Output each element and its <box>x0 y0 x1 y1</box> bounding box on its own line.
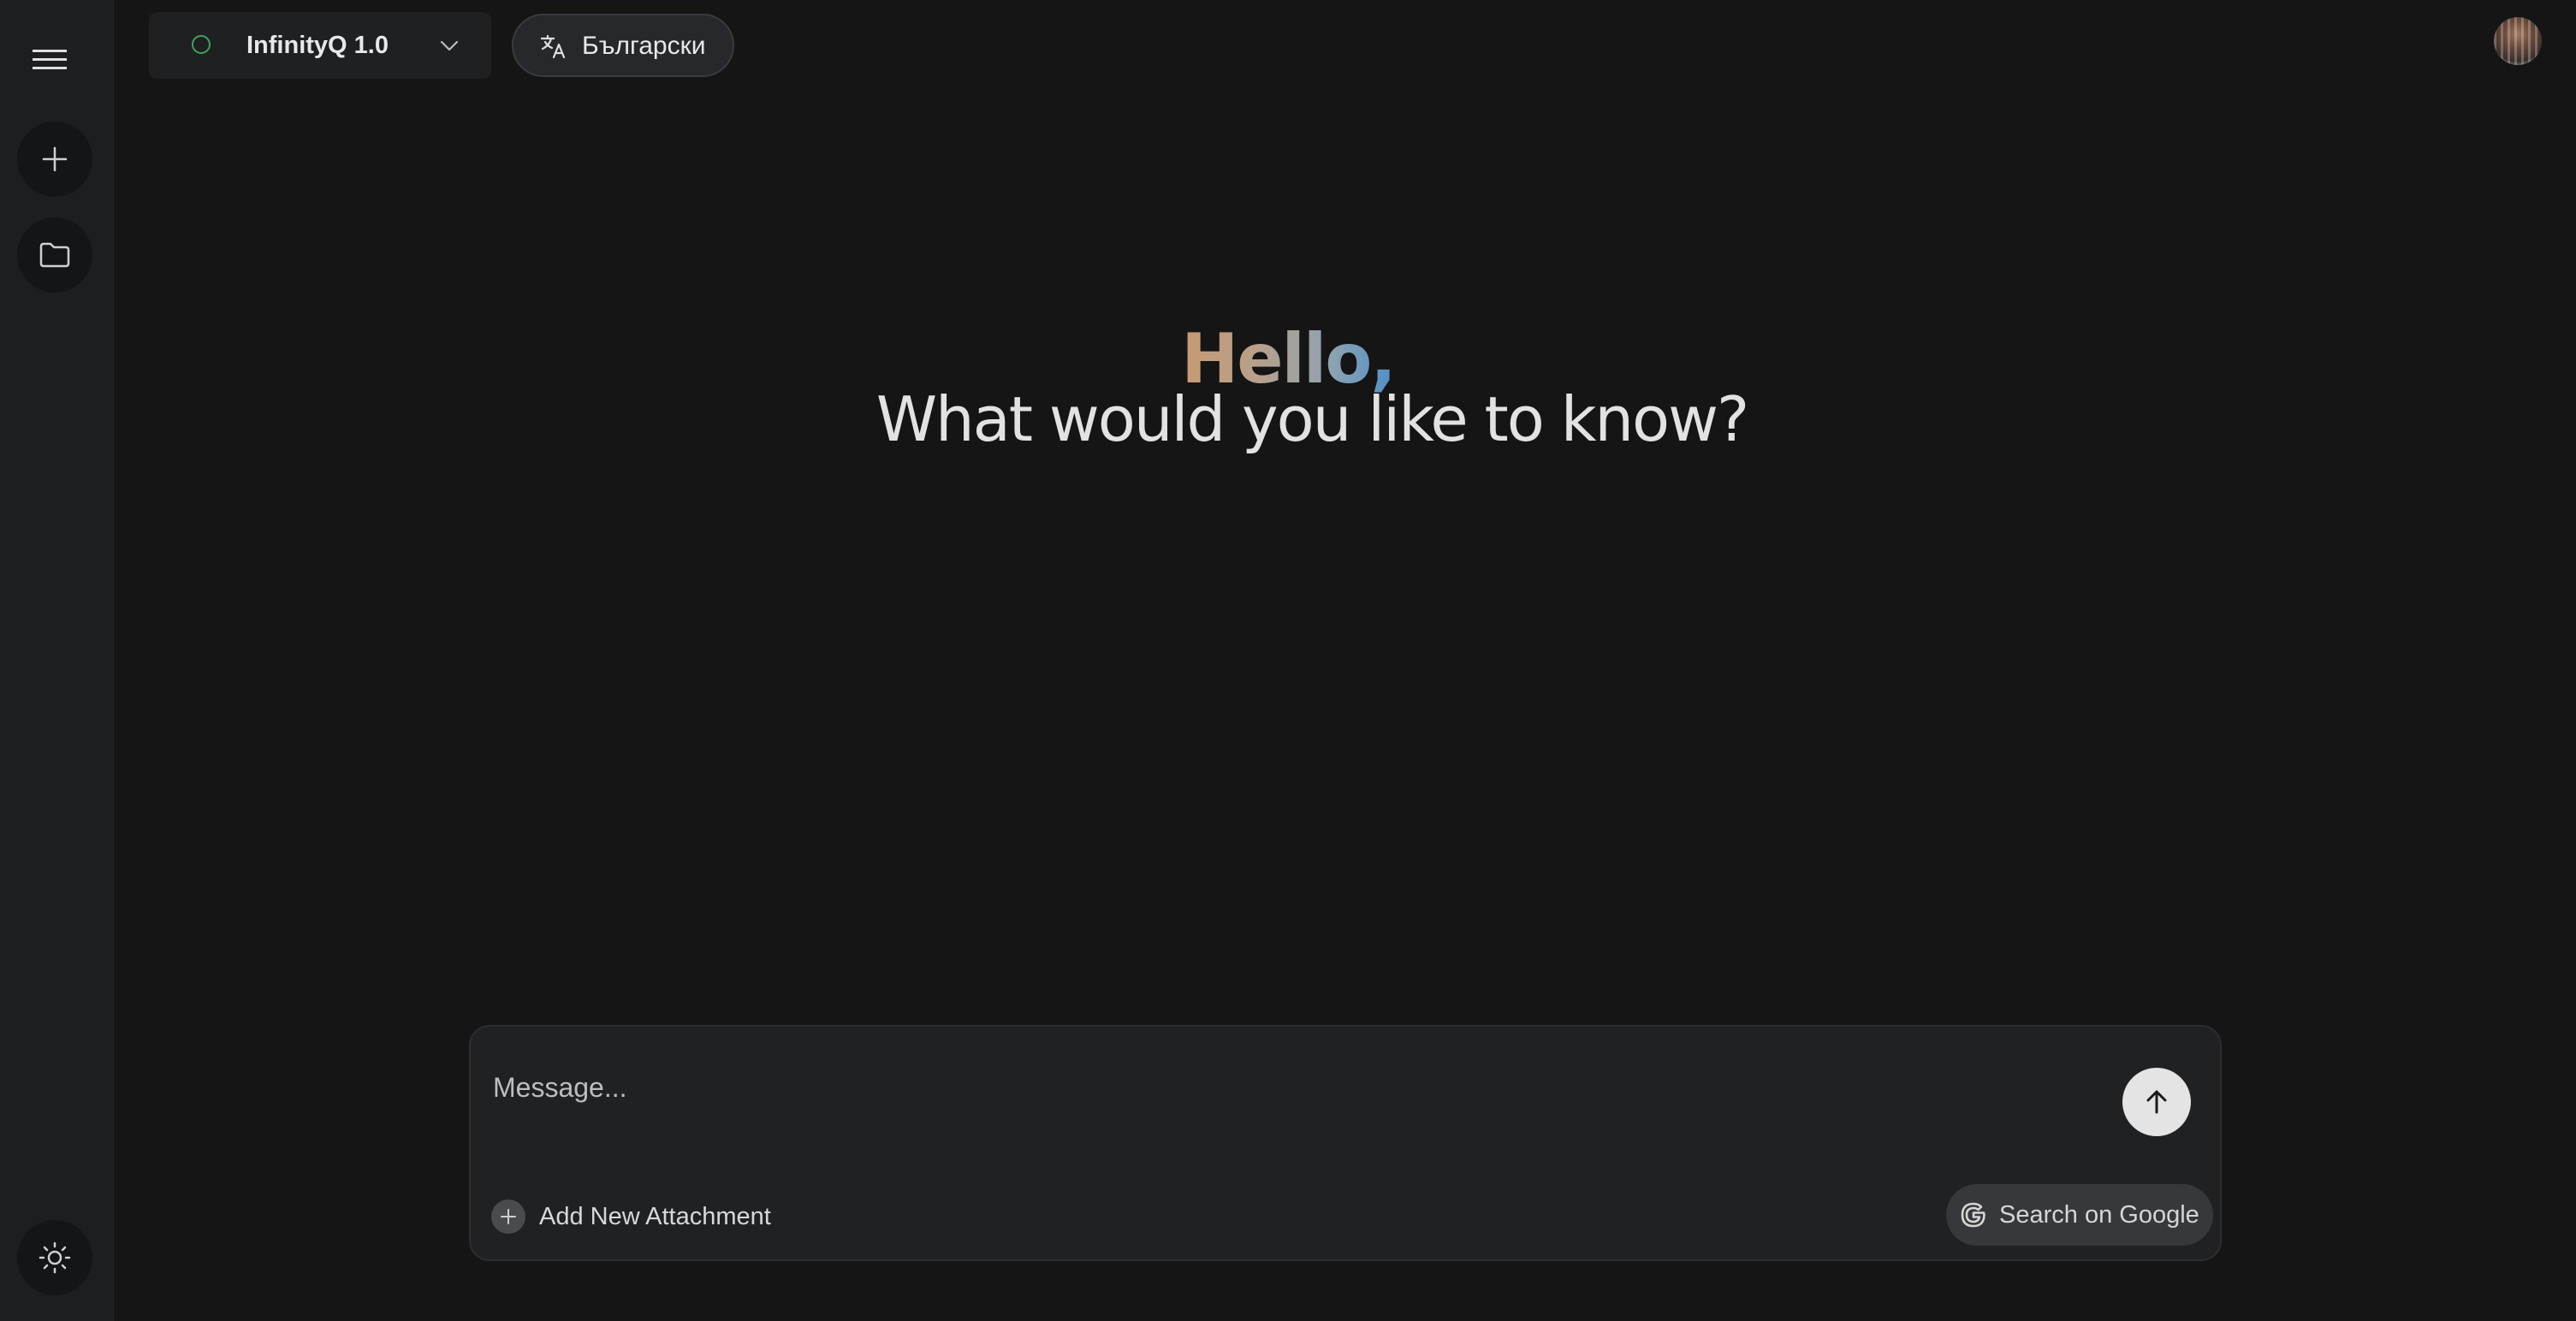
message-input[interactable] <box>491 1064 1864 1111</box>
theme-toggle-button[interactable] <box>17 1220 92 1295</box>
user-avatar[interactable] <box>2494 17 2542 65</box>
greeting-question: What would you like to know? <box>875 383 1749 455</box>
model-selector[interactable]: InfinityQ 1.0 <box>149 12 491 79</box>
plus-icon <box>42 146 68 172</box>
add-attachment-label: Add New Attachment <box>539 1202 771 1230</box>
menu-button[interactable] <box>29 39 70 80</box>
send-button[interactable] <box>2122 1068 2191 1136</box>
chevron-down-icon <box>440 40 459 51</box>
language-button[interactable]: Български <box>512 14 734 77</box>
new-chat-button[interactable] <box>17 121 92 197</box>
model-status-icon <box>192 35 211 54</box>
sidebar <box>0 0 114 1321</box>
message-composer: Add New Attachment Search on Google <box>469 1025 2222 1261</box>
add-attachment-button[interactable]: Add New Attachment <box>491 1198 771 1235</box>
search-on-google-button[interactable]: Search on Google <box>1946 1184 2213 1246</box>
arrow-up-icon <box>2146 1090 2167 1114</box>
sun-icon <box>39 1241 71 1274</box>
translate-icon <box>540 34 566 59</box>
language-label: Български <box>582 32 706 60</box>
model-name: InfinityQ 1.0 <box>246 32 389 59</box>
plus-circle-icon <box>491 1200 525 1234</box>
google-icon <box>1961 1202 1985 1228</box>
folder-button[interactable] <box>17 217 92 293</box>
search-on-google-label: Search on Google <box>1999 1201 2199 1229</box>
hamburger-menu-icon <box>33 50 67 69</box>
folder-icon <box>39 242 70 268</box>
